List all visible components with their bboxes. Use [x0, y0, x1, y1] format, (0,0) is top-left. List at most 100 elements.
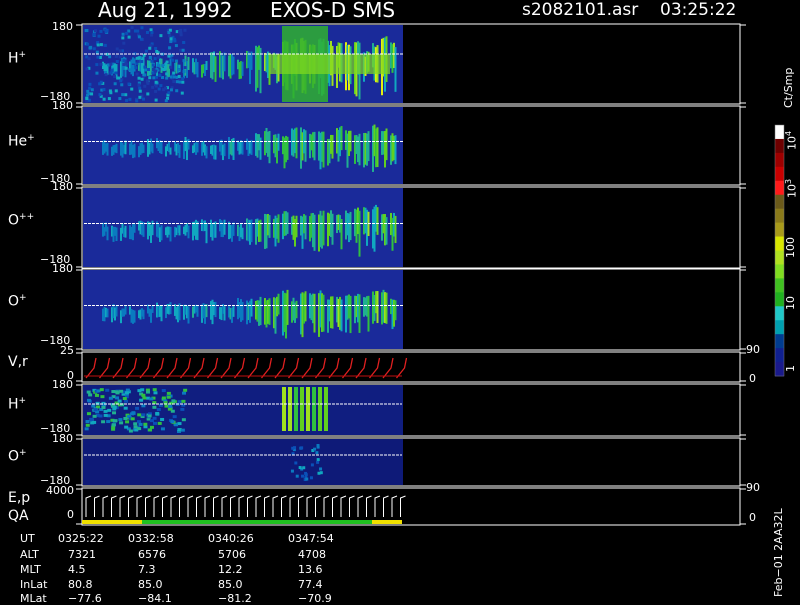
spectrogram-spike-oplus	[286, 289, 289, 325]
noise-cell	[128, 429, 133, 433]
ephem-label-mlat: MLat	[20, 592, 47, 605]
spectrogram-spike-opp	[331, 213, 334, 245]
spectrogram-spike-opp	[115, 227, 118, 242]
spectrogram-spike-oplus	[250, 298, 253, 317]
noise-cell	[153, 391, 158, 395]
noise-cell	[98, 93, 102, 97]
noise-cell	[151, 85, 155, 89]
noise-cell	[108, 396, 113, 400]
spectrogram-spike-hplus	[241, 61, 244, 76]
spectrogram-spike-oplus	[385, 292, 388, 324]
noise-cell	[313, 447, 317, 451]
noise-cell	[125, 420, 130, 424]
colorbar-swatch	[775, 250, 784, 265]
spectrogram-spike-oplus	[322, 294, 325, 332]
noise-cell	[92, 414, 97, 418]
noise-cell	[89, 417, 94, 421]
noise-cell	[112, 411, 117, 415]
noise-cell	[316, 458, 320, 462]
colorbar-swatch	[775, 166, 784, 182]
noise-cell	[114, 71, 118, 75]
intense-column	[312, 387, 316, 431]
intense-column	[294, 387, 298, 431]
noise-cell	[113, 74, 117, 78]
spectrogram-spike-oplus	[223, 306, 226, 321]
noise-cell	[85, 67, 89, 71]
noise-cell	[124, 66, 128, 70]
noise-cell	[172, 80, 176, 84]
colorbar-swatch	[775, 236, 784, 251]
noise-cell	[90, 92, 94, 96]
spectrogram-spike-opp	[313, 214, 316, 251]
colorbar-swatch	[775, 125, 784, 140]
spectrogram-spike-heplus	[385, 128, 388, 161]
noise-cell	[164, 86, 168, 90]
spectrogram-spike-hplus	[232, 56, 235, 75]
noise-cell	[141, 413, 146, 417]
noise-cell	[99, 43, 103, 47]
spectrogram-spike-heplus	[295, 127, 298, 159]
panel-frame-ep	[81, 487, 741, 526]
ephem-value: 80.8	[68, 578, 93, 591]
noise-cell	[87, 92, 91, 96]
noise-cell	[154, 89, 158, 93]
panel-label-oplusplus: O++	[8, 212, 35, 229]
noise-cell	[143, 84, 147, 88]
noise-cell	[86, 398, 91, 402]
noise-cell	[144, 68, 148, 72]
noise-cell	[161, 396, 166, 400]
spectrogram-spike-oplus	[331, 296, 334, 329]
spectrogram-spike-oplus	[133, 310, 136, 323]
noise-cell	[127, 82, 131, 86]
panel-label-vr: V,r	[8, 354, 28, 370]
noise-cell	[145, 390, 150, 394]
colorbar-swatch	[775, 180, 784, 196]
intense-column	[282, 387, 286, 431]
noise-cell	[152, 405, 157, 409]
noise-cell	[165, 72, 169, 76]
noise-cell	[164, 99, 168, 103]
colorbar-label-1e4: 104	[784, 130, 799, 150]
spectrogram-spike-opp	[106, 226, 109, 241]
noise-cell	[101, 420, 106, 424]
noise-cell	[117, 399, 122, 403]
noise-cell	[97, 34, 101, 38]
noise-cell	[183, 28, 187, 32]
spectrogram-spike-heplus	[340, 125, 343, 151]
spectrogram-spike-opp	[205, 222, 208, 244]
noise-cell	[85, 420, 90, 424]
noise-cell	[157, 87, 161, 91]
panel-label-ep: E,p	[8, 490, 31, 506]
noise-cell	[138, 89, 142, 93]
spectrogram-spike-opp	[187, 225, 190, 239]
noise-cell	[173, 39, 177, 43]
spectrogram-spike-oplus	[196, 305, 199, 317]
noise-cell	[181, 80, 185, 84]
ephem-value: −81.2	[218, 592, 252, 605]
ytick-heplus-top: 180	[52, 99, 73, 112]
noise-cell	[160, 427, 165, 431]
noise-cell	[177, 422, 182, 426]
noise-cell	[115, 59, 119, 63]
spectrogram-spike-opp	[196, 221, 199, 241]
noise-cell	[140, 77, 144, 81]
noise-cell	[101, 405, 106, 409]
noise-cell	[177, 68, 181, 72]
ephem-value: 5706	[218, 548, 246, 561]
noise-cell	[104, 30, 108, 34]
noise-cell	[102, 88, 106, 92]
noise-cell	[167, 31, 171, 35]
noise-cell	[170, 420, 175, 424]
spectrogram-spike-oplus	[340, 299, 343, 332]
noise-cell	[130, 417, 135, 421]
noise-cell	[158, 73, 162, 77]
spectrogram-spike-opp	[268, 215, 271, 238]
noise-cell	[140, 26, 144, 30]
spectrogram-spike-oplus	[151, 305, 154, 313]
noise-cell	[128, 97, 132, 101]
colorbar-swatch	[775, 208, 784, 224]
spectrogram-spike-opp	[277, 214, 280, 243]
rtick-vr-bottom: 0	[749, 372, 756, 385]
noise-cell	[86, 412, 91, 416]
noise-cell	[164, 62, 168, 66]
